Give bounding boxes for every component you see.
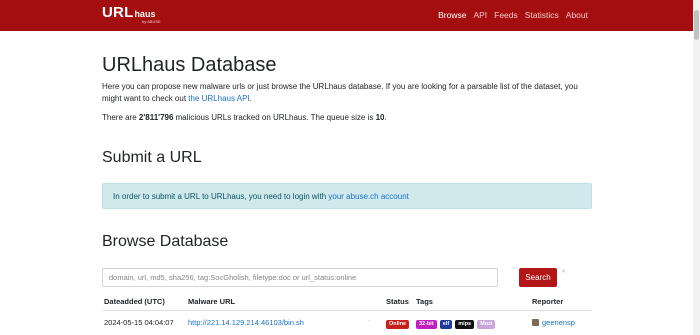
row-malware-url[interactable]: http://221.14.129.214:46103/bin.sh (188, 318, 304, 327)
reporter-link[interactable]: geenensp (542, 318, 575, 327)
scrollbar-thumb[interactable] (694, 10, 699, 40)
brand-logo[interactable]: URLhaus by ABUSE (102, 4, 161, 24)
column-header-url[interactable]: Malware URL (188, 297, 235, 306)
stats-middle: malicious URLs tracked on URLhaus. The q… (173, 113, 376, 122)
stats-end: . (384, 113, 387, 122)
tag-badge[interactable]: elf (439, 320, 453, 329)
page-title: URLhaus Database (102, 54, 277, 76)
abuse-account-link[interactable]: your abuse.ch account (328, 192, 409, 201)
row-reporter: geenensp (532, 318, 575, 327)
column-header-status[interactable]: Status (386, 297, 409, 306)
row-dateadded: 2024-05-15 04:04:07 (104, 318, 174, 327)
intro-paragraph: Here you can propose new malware urls or… (102, 81, 592, 105)
table-header-divider (102, 310, 592, 311)
copy-icon[interactable]: ◦ (368, 318, 370, 324)
submit-heading: Submit a URL (102, 149, 202, 166)
avatar (532, 319, 539, 326)
nav-link-about[interactable]: About (566, 10, 588, 20)
nav-links: Browse API Feeds Statistics About (438, 10, 588, 20)
brand-by-text: by ABUSE (142, 19, 161, 24)
tag-badge[interactable]: mips (455, 320, 475, 329)
brand-main-text: URL (102, 4, 134, 21)
queue-size: 10 (375, 113, 385, 122)
browse-heading: Browse Database (102, 233, 229, 250)
nav-link-api[interactable]: API (473, 10, 487, 20)
login-alert: In order to submit a URL to URLhaus, you… (102, 183, 592, 209)
column-header-tags[interactable]: Tags (416, 297, 433, 306)
stats-paragraph: There are 2'811'796 malicious URLs track… (102, 113, 387, 122)
brand-sub-text: haus (134, 9, 156, 19)
stats-prefix: There are (102, 113, 139, 122)
nav-link-browse[interactable]: Browse (438, 10, 466, 20)
status-badge: Online (386, 320, 410, 329)
tag-badge[interactable]: Mozi (477, 320, 496, 329)
navbar: URLhaus by ABUSE Browse API Feeds Statis… (0, 0, 700, 31)
clear-icon[interactable]: ✕ (561, 268, 566, 275)
row-tags: 32-bit elf mips Mozi (416, 318, 496, 329)
intro-end: . (249, 94, 252, 103)
alert-text: In order to submit a URL to URLhaus, you… (113, 192, 329, 201)
column-header-dateadded[interactable]: Dateadded (UTC) (104, 297, 165, 306)
row-status: Online (386, 318, 410, 329)
nav-link-statistics[interactable]: Statistics (525, 10, 559, 20)
search-button[interactable]: Search (519, 268, 557, 287)
column-header-reporter[interactable]: Reporter (532, 297, 563, 306)
url-count: 2'811'796 (138, 113, 174, 122)
nav-link-feeds[interactable]: Feeds (494, 10, 518, 20)
search-input[interactable] (102, 268, 498, 287)
page-scrollbar[interactable] (693, 0, 700, 335)
tag-badge[interactable]: 32-bit (416, 320, 437, 329)
api-link[interactable]: the URLhaus API (188, 94, 249, 103)
intro-text: Here you can propose new malware urls or… (102, 82, 578, 103)
